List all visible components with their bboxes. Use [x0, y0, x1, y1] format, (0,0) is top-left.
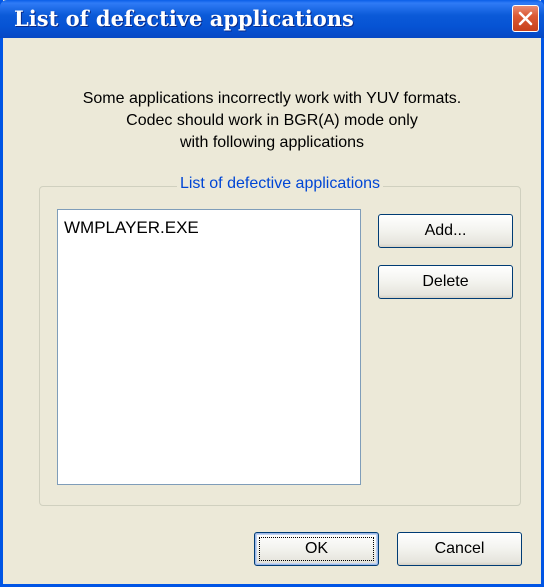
cancel-button[interactable]: Cancel — [397, 532, 522, 566]
ok-button[interactable]: OK — [254, 532, 379, 566]
delete-button[interactable]: Delete — [378, 265, 513, 299]
title-bar[interactable]: List of defective applications — [0, 0, 544, 38]
description-line-2: Codec should work in BGR(A) mode only — [126, 112, 418, 129]
groupbox-label: List of defective applications — [176, 175, 384, 192]
description-text: Some applications incorrectly work with … — [3, 88, 541, 154]
focus-indicator — [259, 537, 374, 561]
window-title: List of defective applications — [14, 6, 354, 31]
close-button[interactable] — [512, 5, 539, 32]
list-item[interactable]: WMPLAYER.EXE — [64, 218, 199, 238]
applications-listbox[interactable]: WMPLAYER.EXE — [57, 209, 361, 485]
description-line-1: Some applications incorrectly work with … — [82, 90, 462, 107]
add-button[interactable]: Add... — [378, 214, 513, 248]
dialog-window: List of defective applications Some appl… — [0, 0, 544, 587]
description-line-3: with following applications — [179, 134, 365, 151]
close-icon — [518, 11, 533, 26]
